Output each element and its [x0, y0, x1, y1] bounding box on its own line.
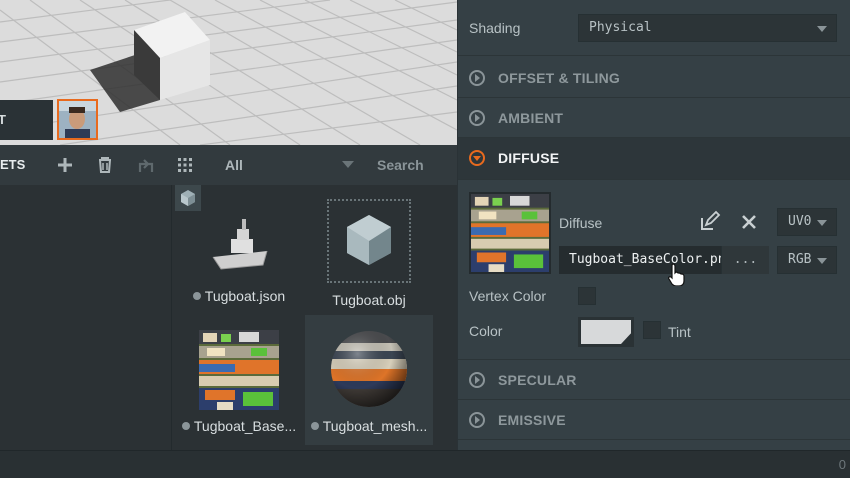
color-swatch[interactable]	[578, 317, 634, 347]
tint-label: Tint	[668, 324, 691, 340]
asset-name: Tugboat.json	[204, 288, 286, 304]
add-icon[interactable]	[53, 153, 77, 177]
color-swatch-fill	[581, 320, 631, 344]
close-icon[interactable]	[737, 210, 761, 234]
material-sphere-thumbnail	[327, 329, 411, 413]
section-offset-tiling[interactable]: OFFSET & TILING	[458, 58, 850, 98]
expand-arrow-icon	[469, 70, 485, 86]
viewport-3d[interactable]: T	[0, 0, 457, 145]
expand-arrow-icon	[469, 110, 485, 126]
viewport-tab-label[interactable]: T	[0, 100, 53, 140]
shading-select-value: Physical	[589, 20, 652, 35]
shading-select[interactable]: Physical	[578, 14, 837, 42]
vertex-color-checkbox[interactable]	[578, 287, 596, 305]
browse-texture-button[interactable]: ...	[721, 246, 769, 274]
hand-cursor-icon	[668, 262, 686, 287]
status-dot	[181, 422, 190, 430]
section-diffuse[interactable]: DIFFUSE	[458, 138, 850, 180]
chevron-down-icon	[817, 26, 827, 32]
asset-name: Tugboat_mesh...	[322, 418, 428, 434]
uv-channel-select[interactable]: UV0	[777, 208, 837, 236]
diffuse-section-body: Diffuse UV0 Tugboat_BaseColor.png ... RG…	[458, 180, 850, 360]
status-count: 0	[838, 457, 846, 472]
section-title: OFFSET & TILING	[498, 70, 620, 86]
asset-folder-tree[interactable]	[0, 185, 172, 450]
chevron-down-icon[interactable]	[342, 161, 354, 168]
texture-thumbnail	[199, 330, 279, 410]
section-title: AMBIENT	[498, 110, 564, 126]
diffuse-map-label: Diffuse	[559, 215, 603, 231]
grid-view-icon[interactable]	[173, 153, 197, 177]
status-dot	[192, 292, 201, 300]
asset-type-filter[interactable]: All	[225, 145, 243, 185]
collapse-arrow-icon	[469, 150, 485, 166]
chevron-down-icon	[817, 258, 827, 264]
uv-select-value: UV0	[788, 214, 812, 229]
section-ambient[interactable]: AMBIENT	[458, 98, 850, 138]
vertex-color-label: Vertex Color	[469, 288, 547, 304]
asset-tile-tugboat-material[interactable]: Tugboat_mesh...	[305, 315, 433, 445]
asset-search-input[interactable]: Search	[377, 145, 424, 185]
asset-name: Tugboat.obj	[332, 292, 406, 308]
asset-tile-tugboat-basecolor[interactable]: Tugboat_Base...	[175, 315, 303, 445]
expand-arrow-icon	[469, 372, 485, 388]
section-specular[interactable]: SPECULAR	[458, 360, 850, 400]
trash-icon[interactable]	[93, 153, 117, 177]
asset-name: Tugboat_Base...	[193, 418, 297, 434]
color-channel-select[interactable]: RGB	[777, 246, 837, 274]
color-label: Color	[469, 323, 503, 339]
cube-icon	[327, 199, 411, 283]
edit-icon[interactable]	[697, 210, 721, 234]
texture-path-field[interactable]: Tugboat_BaseColor.png	[559, 246, 721, 274]
section-title: EMISSIVE	[498, 412, 566, 428]
material-inspector: Shading Physical OFFSET & TILING AMBIENT…	[457, 0, 850, 450]
boat-model-thumbnail	[197, 199, 281, 283]
tint-checkbox[interactable]	[643, 321, 661, 339]
user-avatar[interactable]	[57, 99, 98, 140]
channel-select-value: RGB	[788, 252, 812, 267]
assets-toolbar: ETS All Search	[0, 145, 457, 185]
status-dot	[310, 422, 319, 430]
diffuse-texture-thumbnail[interactable]	[469, 192, 551, 274]
asset-tile-tugboat-json[interactable]: Tugboat.json	[175, 185, 303, 315]
folder-up-icon[interactable]	[134, 153, 158, 177]
shading-label: Shading	[469, 20, 521, 36]
section-emissive[interactable]: EMISSIVE	[458, 400, 850, 440]
shading-row: Shading Physical	[458, 0, 850, 56]
asset-grid[interactable]: Tugboat.json Tugboat.obj Tugboat_Base...…	[173, 185, 457, 450]
expand-arrow-icon	[469, 412, 485, 428]
asset-tile-tugboat-obj[interactable]: Tugboat.obj	[305, 185, 433, 315]
assets-panel-title: ETS	[0, 157, 26, 172]
status-bar: 0	[0, 450, 850, 478]
chevron-down-icon	[817, 220, 827, 226]
section-title: DIFFUSE	[498, 150, 560, 166]
section-title: SPECULAR	[498, 372, 577, 388]
